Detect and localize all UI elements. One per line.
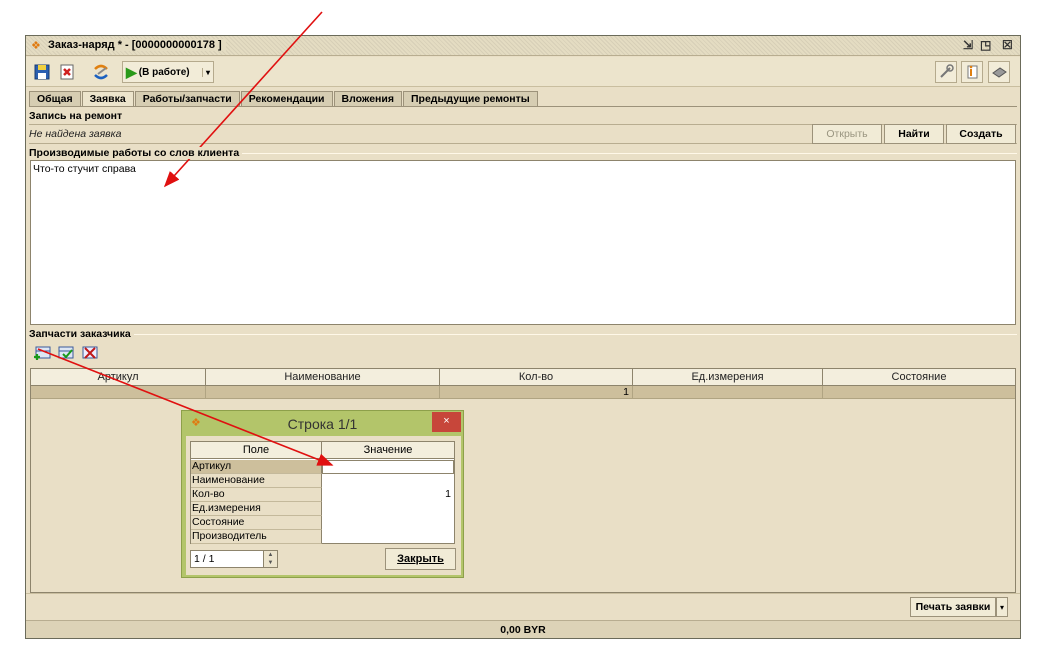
total-amount: 0,00 BYR xyxy=(500,624,546,636)
status-label: (В работе) xyxy=(138,66,190,78)
tools-icon[interactable] xyxy=(935,61,957,83)
col-article[interactable]: Артикул xyxy=(31,369,206,385)
tab-divider xyxy=(29,106,1017,107)
col-state[interactable]: Состояние xyxy=(823,369,1015,385)
dialog-title-bar[interactable]: ❖ Строка 1/1 × xyxy=(182,411,463,435)
delete-row-icon[interactable] xyxy=(80,344,100,362)
field-row-article[interactable]: Артикул xyxy=(191,460,454,474)
table-row[interactable]: 1 xyxy=(31,386,1015,399)
cell-article[interactable] xyxy=(31,386,206,398)
col-name[interactable]: Наименование xyxy=(206,369,440,385)
field-label: Наименование xyxy=(191,474,322,488)
value-cell[interactable] xyxy=(322,516,454,530)
cell-qty[interactable]: 1 xyxy=(440,386,633,398)
close-button[interactable]: Закрыть xyxy=(385,548,456,570)
status-button[interactable]: ▶ (В работе) ▾ xyxy=(122,61,214,83)
open-button[interactable]: Открыть xyxy=(812,124,882,144)
works-textarea[interactable]: Что-то стучит справа xyxy=(30,160,1016,325)
cell-state[interactable] xyxy=(823,386,1015,398)
printer-icon[interactable] xyxy=(988,61,1010,83)
app-icon: ❖ xyxy=(31,40,41,52)
tab-recommendations[interactable]: Рекомендации xyxy=(240,91,333,107)
value-cell[interactable] xyxy=(322,530,454,544)
save-icon[interactable] xyxy=(31,61,53,83)
add-row-icon[interactable] xyxy=(32,344,52,362)
pager-value: 1 / 1 xyxy=(194,553,215,565)
cell-unit[interactable] xyxy=(633,386,823,398)
tab-request[interactable]: Заявка xyxy=(81,91,134,107)
refresh-icon[interactable] xyxy=(90,61,112,83)
field-row-manufacturer[interactable]: Производитель xyxy=(191,530,454,544)
dialog-body: Поле Значение Артикул Наименование Кол-в… xyxy=(186,436,461,575)
field-table-header: Поле Значение xyxy=(191,442,454,459)
parts-grid-header: Артикул Наименование Кол-во Ед.измерения… xyxy=(31,369,1015,386)
create-button[interactable]: Создать xyxy=(946,124,1016,144)
main-toolbar: ▶ (В работе) ▾ xyxy=(26,57,1020,87)
close-label: Закрыть xyxy=(397,553,444,565)
tab-previous-repairs[interactable]: Предыдущие ремонты xyxy=(402,91,538,107)
value-cell[interactable] xyxy=(322,474,454,488)
field-row-state[interactable]: Состояние xyxy=(191,516,454,530)
parts-grid: Артикул Наименование Кол-во Ед.измерения… xyxy=(30,368,1016,593)
cell-name[interactable] xyxy=(206,386,440,398)
request-section-title: Запись на ремонт xyxy=(29,110,123,122)
field-table: Поле Значение Артикул Наименование Кол-в… xyxy=(190,441,455,544)
col-unit[interactable]: Ед.измерения xyxy=(633,369,823,385)
title-bar[interactable]: ❖ Заказ-наряд * - [0000000000178 ] ⇲ ◳ ☒ xyxy=(26,36,1020,56)
value-cell[interactable]: 1 xyxy=(322,488,454,502)
parts-toolbar xyxy=(32,344,100,364)
spinner-arrows-icon[interactable]: ▲ ▼ xyxy=(263,551,277,567)
dialog-close-button[interactable]: × xyxy=(432,412,461,432)
chevron-down-icon[interactable]: ▾ xyxy=(996,597,1008,617)
field-label: Производитель xyxy=(191,530,322,544)
parts-section-title: Запчасти заказчика xyxy=(29,328,134,340)
value-cell[interactable] xyxy=(322,502,454,516)
edit-row-icon[interactable] xyxy=(56,344,76,362)
col-qty[interactable]: Кол-во xyxy=(440,369,633,385)
request-status-text: Не найдена заявка xyxy=(29,128,122,140)
status-bar: 0,00 BYR xyxy=(26,620,1020,638)
tab-attachments[interactable]: Вложения xyxy=(333,91,402,107)
field-row-unit[interactable]: Ед.измерения xyxy=(191,502,454,516)
field-label: Кол-во xyxy=(191,488,322,502)
row-edit-dialog: ❖ Строка 1/1 × Поле Значение Артикул Наи… xyxy=(181,410,464,578)
field-label: Состояние xyxy=(191,516,322,530)
order-window: ❖ Заказ-наряд * - [0000000000178 ] ⇲ ◳ ☒… xyxy=(25,35,1021,639)
find-button[interactable]: Найти xyxy=(884,124,944,144)
request-row: Не найдена заявка Открыть Найти Создать xyxy=(29,124,1017,144)
field-row-name[interactable]: Наименование xyxy=(191,474,454,488)
tab-works-parts[interactable]: Работы/запчасти xyxy=(134,91,240,107)
print-request-button[interactable]: Печать заявки xyxy=(910,597,996,617)
maximize-icon[interactable]: ◳ xyxy=(980,38,991,52)
window-title: Заказ-наряд * - [0000000000178 ] xyxy=(48,39,226,51)
field-row-qty[interactable]: Кол-во 1 xyxy=(191,488,454,502)
row-pager-spinner[interactable]: 1 / 1 ▲ ▼ xyxy=(190,550,278,568)
col-field: Поле xyxy=(191,442,322,458)
close-icon[interactable]: ☒ xyxy=(1002,38,1013,52)
tab-general[interactable]: Общая xyxy=(29,91,81,107)
works-section-title: Производимые работы со слов клиента xyxy=(29,147,243,159)
restore-icon[interactable]: ⇲ xyxy=(963,38,973,52)
chevron-down-icon[interactable]: ▾ xyxy=(201,67,213,77)
play-icon: ▶ xyxy=(126,63,137,80)
parts-groove xyxy=(29,334,1017,335)
cancel-icon[interactable] xyxy=(56,61,78,83)
col-value: Значение xyxy=(363,444,413,456)
print-bar: Печать заявки ▾ xyxy=(26,593,1020,619)
field-label: Ед.измерения xyxy=(191,502,322,516)
info-icon[interactable] xyxy=(961,61,983,83)
tab-strip: Общая Заявка Работы/запчасти Рекомендаци… xyxy=(29,91,539,107)
value-input[interactable] xyxy=(322,460,454,474)
field-label: Артикул xyxy=(191,460,322,474)
dialog-title: Строка 1/1 xyxy=(287,416,358,432)
